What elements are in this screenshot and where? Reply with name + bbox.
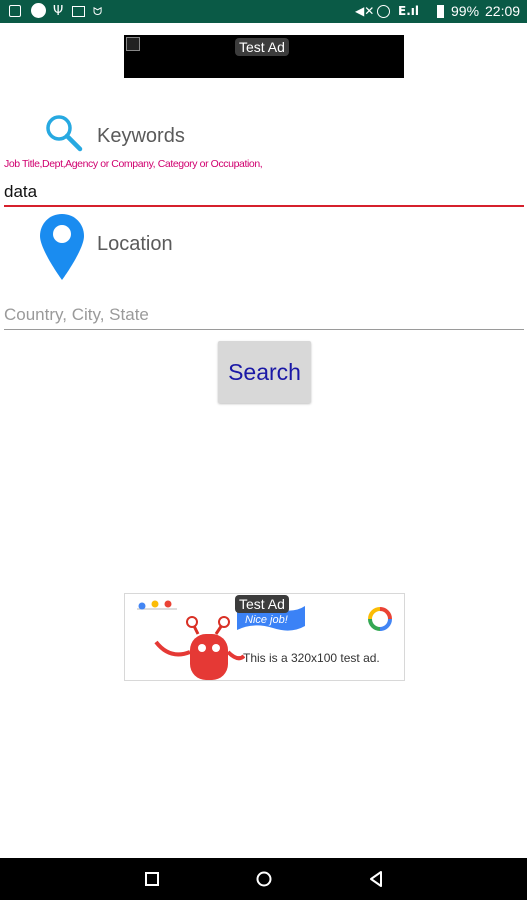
keywords-label: Keywords xyxy=(97,125,185,147)
nav-bar xyxy=(0,858,527,900)
status-bar: Ψ ᗢ ◀✕ E.ıl 99% 22:09 xyxy=(0,0,527,23)
signal-icon: E.ıl xyxy=(398,4,419,18)
mute-icon: ◀✕ xyxy=(355,4,375,18)
test-ad-label: Test Ad xyxy=(235,38,289,56)
android-icon: ᗢ xyxy=(93,5,103,18)
clock: 22:09 xyxy=(485,3,521,19)
notification-icon xyxy=(9,5,21,17)
home-icon[interactable] xyxy=(251,866,277,892)
search-icon xyxy=(46,115,83,152)
test-ad-label-bottom: Test Ad xyxy=(235,595,289,613)
card-icon xyxy=(72,6,85,17)
location-pin-icon xyxy=(40,214,84,280)
ad-description: This is a 320x100 test ad. xyxy=(243,651,380,665)
usb-icon: Ψ xyxy=(53,4,64,19)
top-ad-banner[interactable]: Test Ad xyxy=(124,35,404,78)
recent-apps-icon[interactable] xyxy=(139,866,165,892)
bottom-ad-banner[interactable]: Nice job! Test Ad This is a 320x100 test… xyxy=(124,593,405,681)
battery-icon xyxy=(437,5,444,18)
back-icon[interactable] xyxy=(363,866,389,892)
broken-image-icon xyxy=(126,37,140,51)
battery-percent: 99% xyxy=(451,3,480,19)
ads-logo-icon xyxy=(368,607,392,631)
vpn-icon xyxy=(31,3,46,18)
color-dots-icon xyxy=(137,600,177,610)
location-label: Location xyxy=(97,233,173,255)
location-input[interactable] xyxy=(4,300,524,330)
keywords-hint: Job Title,Dept,Agency or Company, Catego… xyxy=(4,158,263,170)
nice-job-text: Nice job! xyxy=(245,614,288,626)
monster-mascot-icon xyxy=(154,616,245,680)
keywords-input[interactable] xyxy=(4,179,524,207)
search-button[interactable]: Search xyxy=(218,341,311,403)
alarm-icon xyxy=(377,5,390,18)
